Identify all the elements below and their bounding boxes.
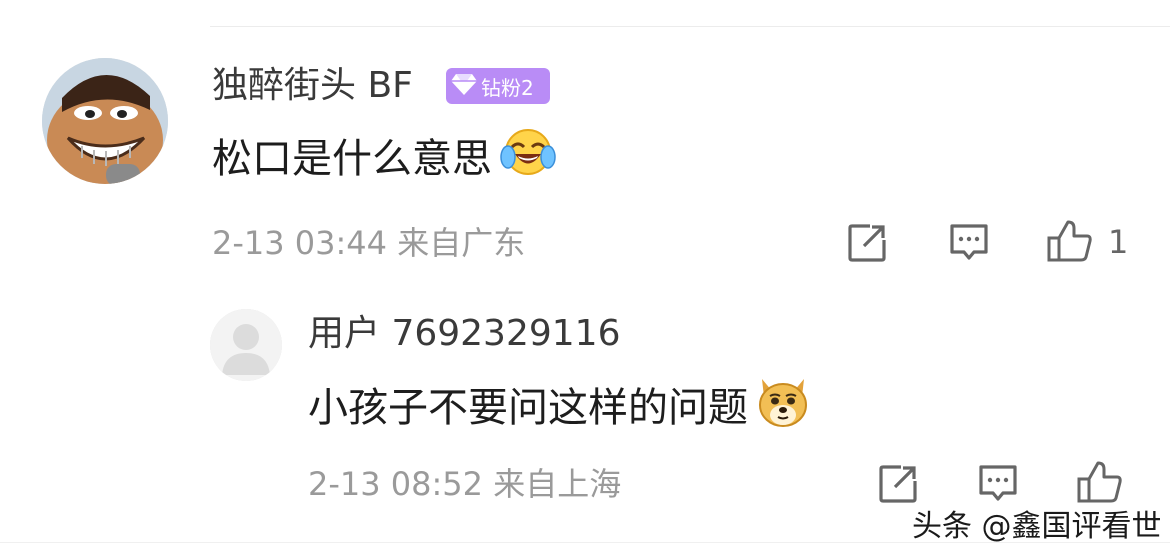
like-count: 1 [1108, 223, 1129, 261]
comment-icon[interactable] [948, 222, 990, 264]
comment-meta: 2-13 03:44 来自广东 [212, 223, 525, 263]
share-icon[interactable] [846, 222, 888, 264]
reply-timestamp: 2-13 08:52 [308, 465, 484, 503]
laughing-tears-emoji-icon [500, 127, 556, 190]
comment-location: 来自广东 [397, 224, 526, 262]
reply-username[interactable]: 用户 7692329116 [308, 311, 621, 357]
reply-location: 来自上海 [493, 465, 622, 503]
avatar[interactable] [42, 58, 168, 184]
badge-label: 钻粉2 [481, 75, 534, 100]
comment-username[interactable]: 独醉街头 BF [212, 63, 413, 109]
bottom-divider [0, 542, 1170, 543]
watermark: 头条 @鑫国评看世 [912, 509, 1162, 544]
reply-comment-icon[interactable] [977, 463, 1019, 505]
reply-meta: 2-13 08:52 来自上海 [308, 464, 621, 504]
diamond-icon [450, 71, 478, 102]
doge-emoji-icon [756, 373, 810, 442]
reply-like-icon[interactable] [1076, 459, 1124, 505]
comment-timestamp: 2-13 03:44 [212, 224, 388, 262]
top-divider [210, 26, 1170, 27]
reply-text: 小孩子不要问这样的问题 [308, 373, 810, 442]
comment-text: 松口是什么意思 [212, 127, 556, 190]
reply-text-content: 小孩子不要问这样的问题 [308, 384, 748, 431]
reply-avatar[interactable] [210, 309, 282, 381]
reply-share-icon[interactable] [877, 463, 919, 505]
fan-badge[interactable]: 钻粉2 [446, 68, 550, 104]
comment-text-content: 松口是什么意思 [212, 135, 492, 182]
like-icon[interactable] [1046, 218, 1094, 264]
